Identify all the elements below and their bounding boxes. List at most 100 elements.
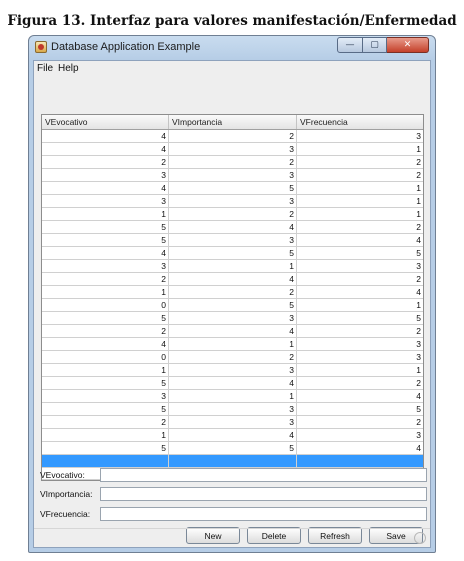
table-row[interactable]: 535 bbox=[42, 403, 423, 416]
table-cell[interactable]: 4 bbox=[42, 143, 169, 155]
table-row[interactable]: 413 bbox=[42, 338, 423, 351]
table-cell[interactable]: 2 bbox=[297, 156, 423, 168]
table-row[interactable]: 131 bbox=[42, 364, 423, 377]
table-row[interactable]: 332 bbox=[42, 169, 423, 182]
table-cell[interactable]: 4 bbox=[169, 377, 297, 389]
table-cell[interactable]: 4 bbox=[42, 338, 169, 350]
table-cell[interactable]: 5 bbox=[42, 442, 169, 454]
table-cell[interactable]: 5 bbox=[42, 377, 169, 389]
table-cell[interactable]: 5 bbox=[297, 312, 423, 324]
vfrecuencia-field[interactable] bbox=[100, 507, 427, 521]
table-cell[interactable]: 5 bbox=[42, 234, 169, 246]
table-cell[interactable]: 1 bbox=[42, 208, 169, 220]
menu-help[interactable]: Help bbox=[58, 63, 79, 74]
table-row[interactable]: 124 bbox=[42, 286, 423, 299]
table-cell[interactable]: 2 bbox=[169, 351, 297, 363]
table-cell[interactable]: 3 bbox=[42, 390, 169, 402]
table-cell[interactable]: 2 bbox=[169, 286, 297, 298]
table-row[interactable]: 222 bbox=[42, 156, 423, 169]
table-cell[interactable]: 2 bbox=[169, 208, 297, 220]
table-row[interactable]: 542 bbox=[42, 221, 423, 234]
table-row[interactable]: 314 bbox=[42, 390, 423, 403]
table-row[interactable]: 431 bbox=[42, 143, 423, 156]
table-cell[interactable]: 1 bbox=[169, 390, 297, 402]
table-cell[interactable]: 3 bbox=[42, 195, 169, 207]
table-cell[interactable]: 3 bbox=[297, 338, 423, 350]
table-cell[interactable]: 5 bbox=[169, 182, 297, 194]
table-cell[interactable]: 4 bbox=[169, 325, 297, 337]
table-cell[interactable]: 2 bbox=[297, 325, 423, 337]
table-cell[interactable]: 1 bbox=[42, 429, 169, 441]
table-cell[interactable]: 1 bbox=[42, 286, 169, 298]
table-row[interactable]: 455 bbox=[42, 247, 423, 260]
table-cell[interactable]: 2 bbox=[42, 325, 169, 337]
table-cell[interactable]: 3 bbox=[169, 195, 297, 207]
table-cell[interactable]: 0 bbox=[42, 299, 169, 311]
close-button[interactable]: ✕ bbox=[387, 37, 429, 53]
table-cell[interactable]: 4 bbox=[42, 247, 169, 259]
table-cell[interactable]: 3 bbox=[169, 169, 297, 181]
table-cell[interactable]: 2 bbox=[169, 156, 297, 168]
table-cell[interactable]: 4 bbox=[42, 130, 169, 142]
vimportancia-field[interactable] bbox=[100, 487, 427, 501]
table-cell[interactable]: 4 bbox=[169, 273, 297, 285]
table-row[interactable]: 423 bbox=[42, 130, 423, 143]
table-cell[interactable]: 4 bbox=[297, 286, 423, 298]
table-cell[interactable]: 5 bbox=[297, 247, 423, 259]
table-cell[interactable]: 1 bbox=[169, 338, 297, 350]
table-cell[interactable]: 3 bbox=[169, 403, 297, 415]
table-cell[interactable]: 3 bbox=[169, 143, 297, 155]
table-row[interactable]: 242 bbox=[42, 325, 423, 338]
table-row[interactable]: 121 bbox=[42, 208, 423, 221]
table-cell[interactable]: 2 bbox=[169, 130, 297, 142]
table-cell[interactable]: 5 bbox=[297, 403, 423, 415]
table-cell[interactable]: 4 bbox=[169, 429, 297, 441]
table-cell[interactable] bbox=[297, 455, 423, 467]
table-cell[interactable]: 2 bbox=[297, 221, 423, 233]
data-table[interactable]: VEvocativo VImportancia VFrecuencia 4234… bbox=[41, 114, 424, 481]
table-cell[interactable]: 3 bbox=[169, 416, 297, 428]
table-cell[interactable]: 1 bbox=[169, 260, 297, 272]
table-row[interactable]: 232 bbox=[42, 416, 423, 429]
table-cell[interactable]: 2 bbox=[297, 416, 423, 428]
table-cell[interactable]: 1 bbox=[297, 143, 423, 155]
table-row[interactable]: 313 bbox=[42, 260, 423, 273]
table-row[interactable]: 554 bbox=[42, 442, 423, 455]
table-cell[interactable]: 5 bbox=[169, 299, 297, 311]
table-cell[interactable]: 2 bbox=[42, 273, 169, 285]
table-cell[interactable]: 3 bbox=[297, 351, 423, 363]
table-row[interactable]: 451 bbox=[42, 182, 423, 195]
table-row[interactable]: 242 bbox=[42, 273, 423, 286]
table-cell[interactable]: 4 bbox=[169, 221, 297, 233]
table-cell[interactable]: 5 bbox=[42, 403, 169, 415]
table-cell[interactable] bbox=[42, 455, 169, 467]
table-cell[interactable]: 1 bbox=[42, 364, 169, 376]
table-cell[interactable]: 4 bbox=[297, 234, 423, 246]
table-cell[interactable]: 1 bbox=[297, 299, 423, 311]
table-cell[interactable]: 0 bbox=[42, 351, 169, 363]
table-row[interactable]: 542 bbox=[42, 377, 423, 390]
minimize-button[interactable]: — bbox=[337, 37, 363, 53]
vevocativo-field[interactable] bbox=[100, 468, 427, 482]
column-header-vevocativo[interactable]: VEvocativo bbox=[42, 115, 169, 129]
table-cell[interactable]: 1 bbox=[297, 364, 423, 376]
table-cell[interactable]: 5 bbox=[42, 312, 169, 324]
table-row[interactable]: 535 bbox=[42, 312, 423, 325]
table-cell[interactable]: 3 bbox=[169, 234, 297, 246]
table-cell[interactable]: 2 bbox=[297, 169, 423, 181]
table-cell[interactable]: 3 bbox=[169, 364, 297, 376]
table-cell[interactable]: 1 bbox=[297, 208, 423, 220]
table-cell[interactable]: 3 bbox=[169, 312, 297, 324]
table-row[interactable]: 331 bbox=[42, 195, 423, 208]
table-cell[interactable]: 1 bbox=[297, 182, 423, 194]
table-cell[interactable]: 2 bbox=[42, 416, 169, 428]
table-row[interactable]: 534 bbox=[42, 234, 423, 247]
table-cell[interactable]: 4 bbox=[42, 182, 169, 194]
table-cell[interactable]: 2 bbox=[42, 156, 169, 168]
table-cell[interactable]: 3 bbox=[297, 130, 423, 142]
column-header-vimportancia[interactable]: VImportancia bbox=[169, 115, 297, 129]
table-cell[interactable]: 3 bbox=[42, 260, 169, 272]
table-row[interactable]: 051 bbox=[42, 299, 423, 312]
table-cell[interactable]: 2 bbox=[297, 273, 423, 285]
table-cell[interactable]: 4 bbox=[297, 390, 423, 402]
